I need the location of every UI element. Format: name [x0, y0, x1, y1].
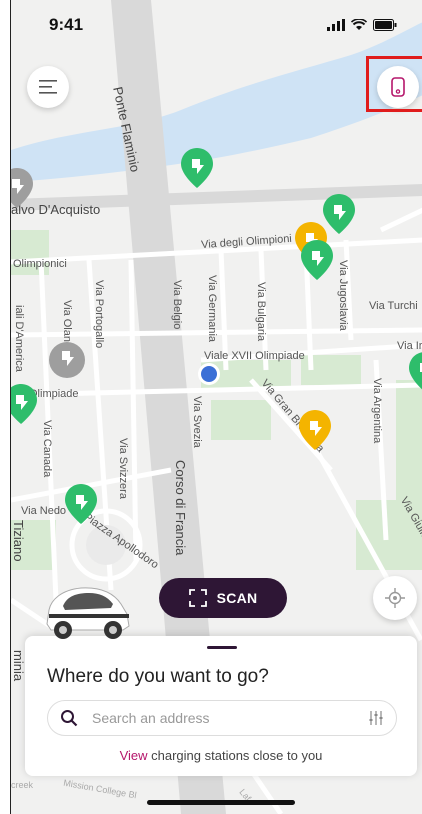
street-label: Via Svizzera	[117, 438, 129, 499]
status-bar: 9:41	[11, 0, 422, 50]
signal-icon	[327, 19, 345, 31]
address-search-field[interactable]: Search an address	[47, 700, 397, 736]
view-text: charging stations close to you	[147, 748, 323, 763]
charging-station-pin[interactable]	[297, 408, 333, 452]
locate-icon	[385, 588, 405, 608]
battery-icon	[373, 19, 397, 31]
street-label: Olimpionici	[13, 258, 67, 270]
street-label: creek	[11, 780, 34, 790]
street-label: Via Jugoslavia	[337, 260, 349, 331]
charging-station-pin[interactable]	[10, 382, 39, 426]
highlight-box	[366, 56, 422, 112]
scan-frame-icon	[188, 589, 207, 607]
charging-station-pin[interactable]	[299, 238, 335, 282]
search-icon	[61, 710, 78, 727]
bottom-sheet[interactable]: Where do you want to go? Search an addre…	[25, 636, 417, 776]
view-charging-stations: View charging stations close to you	[25, 748, 417, 763]
charging-station-pin[interactable]	[47, 340, 87, 380]
sheet-title: Where do you want to go?	[47, 666, 269, 687]
park	[396, 380, 422, 500]
street-label: iali D'America	[13, 305, 25, 372]
street-label: Viale XVII Olimpiade	[204, 350, 305, 362]
filter-sliders-icon[interactable]	[368, 710, 384, 726]
app-screen: Ponte Flaminio alvo D'Acquisto Via degli…	[10, 0, 422, 814]
street-label: Via Bulgaria	[255, 282, 267, 342]
street-label: Via Canada	[41, 420, 53, 478]
street-label: Via Turchi	[369, 300, 418, 312]
street-label: Corso di Francia	[173, 460, 188, 556]
scan-button[interactable]: SCAN	[159, 578, 287, 618]
menu-button[interactable]	[27, 66, 69, 108]
charging-station-pin[interactable]	[407, 350, 422, 394]
street-label: Via Svezia	[191, 396, 203, 448]
wifi-icon	[351, 19, 367, 30]
street-label: Tiziano	[11, 520, 26, 562]
charging-station-pin[interactable]	[10, 166, 35, 210]
status-icons	[327, 19, 397, 31]
park	[211, 400, 271, 440]
street-label: Via Germania	[206, 275, 218, 343]
charging-station-pin[interactable]	[179, 146, 215, 190]
street-label: Via Nedo	[21, 505, 67, 517]
status-time: 9:41	[49, 15, 84, 34]
scan-label: SCAN	[216, 590, 258, 606]
search-placeholder: Search an address	[92, 710, 210, 726]
street-label: Via Argentina	[371, 378, 383, 444]
car-image	[46, 587, 130, 639]
charging-station-pin[interactable]	[63, 482, 99, 526]
sheet-handle[interactable]	[207, 646, 237, 649]
street-label: Via Belgio	[171, 280, 183, 330]
street-label: Via Portogallo	[93, 280, 105, 349]
home-indicator	[147, 800, 295, 805]
view-link[interactable]: View	[120, 748, 148, 763]
menu-icon	[39, 80, 57, 94]
street-label: minia	[11, 650, 26, 682]
user-location-dot	[198, 363, 220, 385]
locate-button[interactable]	[373, 576, 417, 620]
